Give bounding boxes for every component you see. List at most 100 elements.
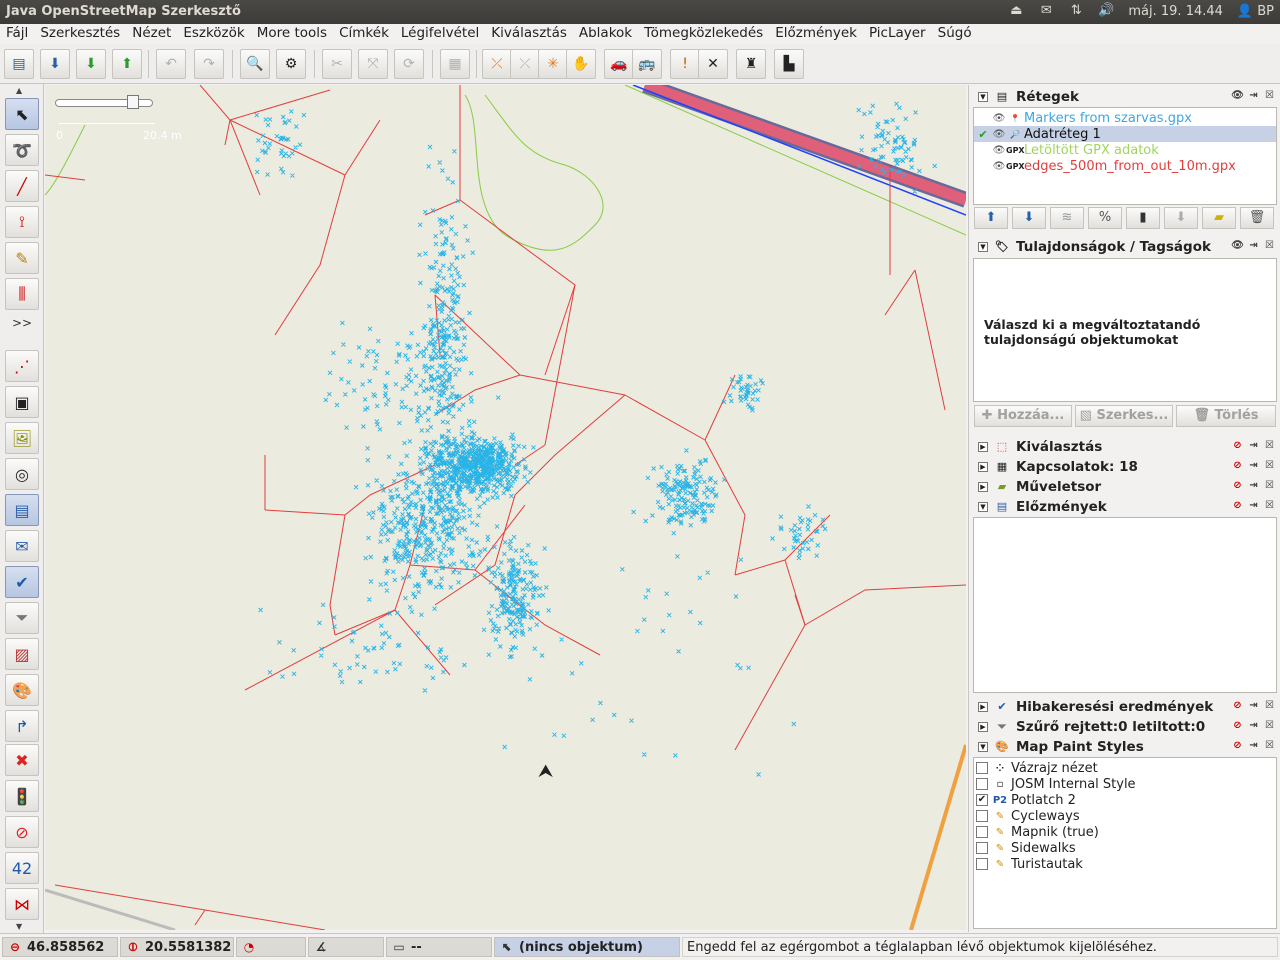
undo-button[interactable]: ↶ — [156, 49, 186, 79]
pan-button[interactable]: ✋ — [566, 49, 596, 79]
menu-more-tools[interactable]: More tools — [251, 24, 333, 44]
close-panel-icon[interactable]: ☒ — [1263, 90, 1276, 103]
select-mode-button[interactable]: ⬉ — [5, 98, 39, 130]
hide-icon[interactable]: ⊘ — [1231, 720, 1244, 733]
upload-button[interactable]: ⬆ — [112, 49, 142, 79]
node-tool-button[interactable]: ⋰ — [5, 350, 39, 382]
visibility-eye-icon[interactable]: 👁 — [992, 145, 1006, 156]
layer-row[interactable]: 👁 GPX Letöltött GPX adatok — [974, 142, 1276, 158]
history-panel-header[interactable]: ▼ ▤ Előzmények ⊘ ⇥ ☒ — [972, 497, 1278, 516]
terracer-button[interactable]: ▣ — [5, 386, 39, 418]
zoom-slider-knob[interactable] — [127, 95, 139, 109]
properties-panel-header[interactable]: ▼ 🏷 Tulajdonságok / Tagságok 👁 ⇥ ☒ — [972, 237, 1278, 256]
toggle-visibility-button[interactable]: % — [1088, 207, 1122, 229]
map-canvas[interactable]: 0 20.4 m ⮝ — [45, 85, 966, 930]
style-row[interactable]: ▫ JOSM Internal Style — [976, 776, 1136, 792]
style-checkbox[interactable] — [976, 826, 988, 838]
style-row[interactable]: ✎ Mapnik (true) — [976, 824, 1099, 840]
menu-history[interactable]: Előzmények — [769, 24, 863, 44]
car-preset-button[interactable]: 🚗 — [604, 49, 634, 79]
scroll-up-icon[interactable]: ▲ — [16, 86, 22, 95]
menu-windows[interactable]: Ablakok — [573, 24, 638, 44]
volume-icon[interactable]: 🔊 — [1098, 3, 1114, 19]
save-button[interactable]: ⬇ — [40, 49, 70, 79]
menu-view[interactable]: Nézet — [126, 24, 177, 44]
eye-icon[interactable]: 👁 — [1231, 240, 1244, 253]
imagery-button[interactable]: ▦ — [440, 49, 470, 79]
search-node-button[interactable]: ◎ — [5, 458, 39, 490]
selection-panel-header[interactable]: ▶ ⬚ Kiválasztás ⊘ ⇥ ☒ — [972, 437, 1278, 456]
menu-selection[interactable]: Kiválasztás — [485, 24, 573, 44]
expand-icon[interactable]: ▶ — [978, 721, 988, 732]
menu-edit[interactable]: Szerkesztés — [34, 24, 126, 44]
hide-icon[interactable]: ⊘ — [1231, 700, 1244, 713]
more-tools-toggle[interactable]: >> — [12, 316, 32, 330]
delete-layer-button[interactable]: 🗑 — [1240, 207, 1274, 229]
style-checkbox[interactable] — [976, 778, 988, 790]
move-up-button[interactable]: ⬆ — [974, 207, 1008, 229]
mail-icon[interactable]: ✉ — [1038, 3, 1054, 19]
no-turn-button[interactable]: ⊘ — [5, 816, 39, 848]
close-panel-icon[interactable]: ☒ — [1263, 740, 1276, 753]
layer-row-active[interactable]: ✔ 👁 🔎 Adatréteg 1 — [974, 126, 1276, 142]
detach-icon[interactable]: ⇥ — [1247, 720, 1260, 733]
track-preset-button[interactable]: ⤫ — [510, 49, 540, 79]
relation-button[interactable]: ▨ — [5, 638, 39, 670]
speed-limit-button[interactable]: 42 — [5, 852, 39, 884]
detach-icon[interactable]: ⇥ — [1247, 440, 1260, 453]
close-panel-icon[interactable]: ☒ — [1263, 500, 1276, 513]
map-paint-button[interactable]: 🎨 — [5, 674, 39, 706]
style-row[interactable]: ✎ Turistautak — [976, 856, 1083, 872]
open-file-button[interactable]: ▤ — [4, 49, 34, 79]
pencil-mode-button[interactable]: ✎ — [5, 242, 39, 274]
scroll-down-icon[interactable]: ▼ — [16, 922, 22, 931]
style-row[interactable]: ✔ P2 Potlatch 2 — [976, 792, 1076, 808]
preferences-button[interactable]: ⚙ — [276, 49, 306, 79]
merge-layer-button[interactable]: ≋ — [1050, 207, 1084, 229]
close-panel-icon[interactable]: ☒ — [1263, 720, 1276, 733]
usb-icon[interactable]: ⏏ — [1008, 3, 1024, 19]
expand-icon[interactable]: ▶ — [978, 481, 988, 492]
filter-panel-header[interactable]: ▶ ⏷ Szűrő rejtett:0 letiltott:0 ⊘ ⇥ ☒ — [972, 717, 1278, 736]
layer-row[interactable]: 👁 📍 Markers from szarvas.gpx — [974, 110, 1276, 126]
validation-button[interactable]: ! — [670, 49, 700, 79]
style-checkbox[interactable] — [976, 842, 988, 854]
relations-panel-header[interactable]: ▶ ▦ Kapcsolatok: 18 ⊘ ⇥ ☒ — [972, 457, 1278, 476]
bus-preset-button[interactable]: 🚌 — [632, 49, 662, 79]
menu-help[interactable]: Súgó — [932, 24, 978, 44]
style-row[interactable]: ✎ Cycleways — [976, 808, 1080, 824]
expand-icon[interactable]: ▶ — [978, 701, 988, 712]
activate-layer-button[interactable]: ⬇ — [1164, 207, 1198, 229]
download-button[interactable]: ⬇ — [76, 49, 106, 79]
detach-icon[interactable]: ⇥ — [1247, 700, 1260, 713]
collapse-icon[interactable]: ▼ — [978, 241, 988, 252]
hide-icon[interactable]: ⊘ — [1231, 440, 1244, 453]
menu-file[interactable]: Fájl — [0, 24, 34, 44]
castle-preset-button[interactable]: ♜ — [736, 49, 766, 79]
detach-icon[interactable]: ⇥ — [1247, 240, 1260, 253]
parallel-mode-button[interactable]: ⫼ — [5, 278, 39, 310]
style-row[interactable]: ✎ Sidewalks — [976, 840, 1076, 856]
factory-preset-button[interactable]: ▙ — [774, 49, 804, 79]
style-checkbox[interactable] — [976, 810, 988, 822]
hide-icon[interactable]: ⊘ — [1231, 460, 1244, 473]
highway-preset-button[interactable]: ⤫ — [482, 49, 512, 79]
menu-tools[interactable]: Eszközök — [177, 24, 250, 44]
style-checkbox-checked[interactable]: ✔ — [976, 794, 988, 806]
detach-icon[interactable]: ⇥ — [1247, 500, 1260, 513]
visibility-eye-icon[interactable]: 👁 — [992, 161, 1006, 172]
layer-toggle-button[interactable]: ▤ — [5, 494, 39, 526]
detach-icon[interactable]: ⇥ — [1247, 480, 1260, 493]
style-row[interactable]: ⁘ Vázrajz nézet — [976, 760, 1098, 776]
delete-errors-button[interactable]: ✖ — [5, 744, 39, 776]
menu-piclayer[interactable]: PicLayer — [863, 24, 932, 44]
collapse-icon[interactable]: ▼ — [978, 741, 988, 752]
layer-row[interactable]: 👁 GPX edges_500m_from_out_10m.gpx — [974, 158, 1276, 174]
layer-info-button[interactable]: ▰ — [1202, 207, 1236, 229]
draw-mode-button[interactable]: ╱ — [5, 170, 39, 202]
zoom-to-data-button[interactable]: 🔍 — [240, 49, 270, 79]
close-panel-icon[interactable]: ☒ — [1263, 480, 1276, 493]
network-icon[interactable]: ⇅ — [1068, 3, 1084, 19]
tools-button[interactable]: ✕ — [698, 49, 728, 79]
menu-imagery[interactable]: Légifelvétel — [395, 24, 485, 44]
